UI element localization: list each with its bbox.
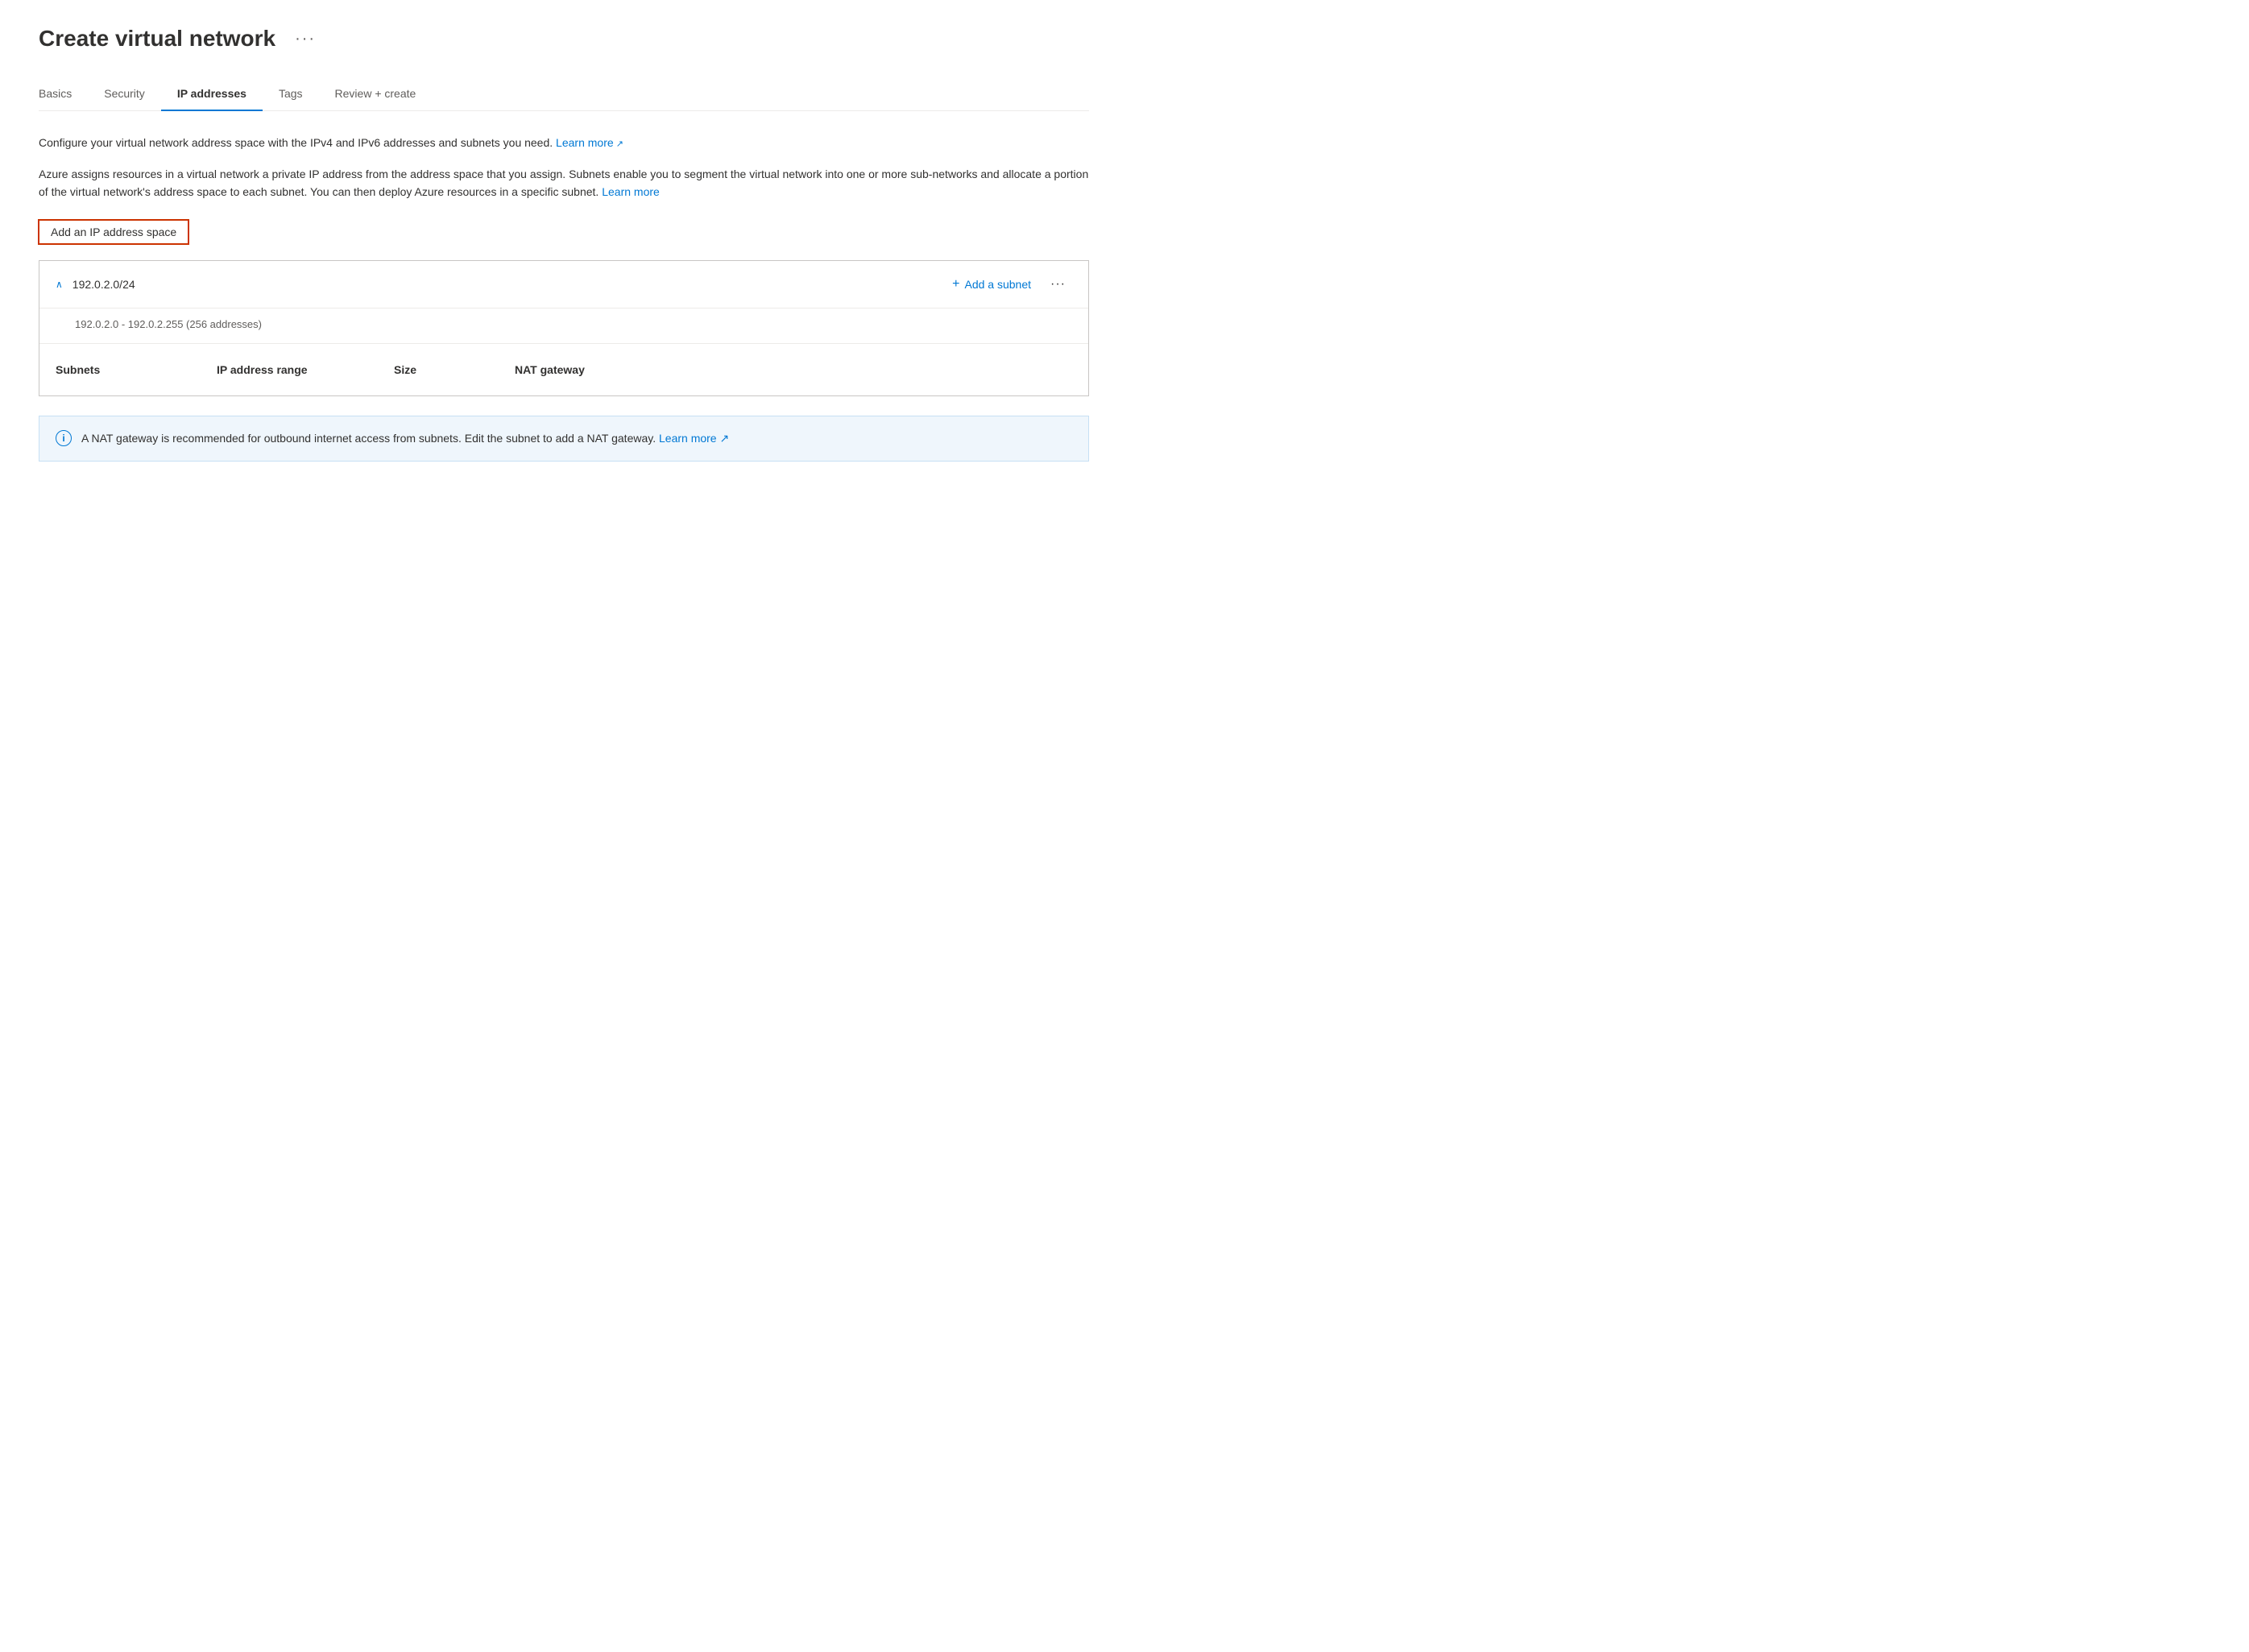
ip-space-header: ∧ 192.0.2.0/24 + Add a subnet ··· (39, 261, 1088, 308)
learn-more-link-1[interactable]: Learn more (556, 136, 623, 149)
ip-cidr-label: 192.0.2.0/24 (72, 278, 135, 291)
column-nat-gateway: NAT gateway (515, 363, 676, 376)
tab-tags[interactable]: Tags (263, 77, 319, 111)
more-options-button[interactable]: ··· (288, 27, 322, 52)
tab-basics[interactable]: Basics (39, 77, 88, 111)
subnets-table-header: Subnets IP address range Size NAT gatewa… (56, 357, 1072, 383)
tab-ip-addresses[interactable]: IP addresses (161, 77, 263, 111)
info-icon: i (56, 430, 72, 446)
subnets-table: Subnets IP address range Size NAT gatewa… (39, 344, 1088, 395)
add-subnet-button[interactable]: + Add a subnet (946, 274, 1038, 295)
nat-learn-more-link[interactable]: Learn more ↗ (659, 432, 729, 445)
description-section: Configure your virtual network address s… (39, 134, 1089, 201)
page-header: Create virtual network ··· (39, 26, 1089, 52)
info-banner-text: A NAT gateway is recommended for outboun… (81, 429, 729, 447)
ip-space-card: ∧ 192.0.2.0/24 + Add a subnet ··· 192.0.… (39, 260, 1089, 396)
page-title: Create virtual network (39, 26, 275, 52)
ip-space-more-options-button[interactable]: ··· (1044, 274, 1072, 295)
tabs-navigation: Basics Security IP addresses Tags Review… (39, 77, 1089, 111)
tab-security[interactable]: Security (88, 77, 161, 111)
description-line-2: Azure assigns resources in a virtual net… (39, 165, 1089, 201)
add-ip-address-space-button[interactable]: Add an IP address space (39, 220, 188, 244)
learn-more-link-2[interactable]: Learn more (602, 185, 660, 198)
ip-space-header-right: + Add a subnet ··· (946, 274, 1072, 295)
chevron-up-icon[interactable]: ∧ (56, 279, 63, 290)
ip-range-info: 192.0.2.0 - 192.0.2.255 (256 addresses) (39, 308, 1088, 344)
column-ip-range: IP address range (217, 363, 394, 376)
tab-review-create[interactable]: Review + create (319, 77, 433, 111)
column-subnets: Subnets (56, 363, 217, 376)
plus-icon: + (952, 277, 959, 292)
ip-space-header-left: ∧ 192.0.2.0/24 (56, 278, 135, 291)
column-size: Size (394, 363, 515, 376)
description-line-1: Configure your virtual network address s… (39, 134, 1089, 152)
info-banner: i A NAT gateway is recommended for outbo… (39, 416, 1089, 461)
